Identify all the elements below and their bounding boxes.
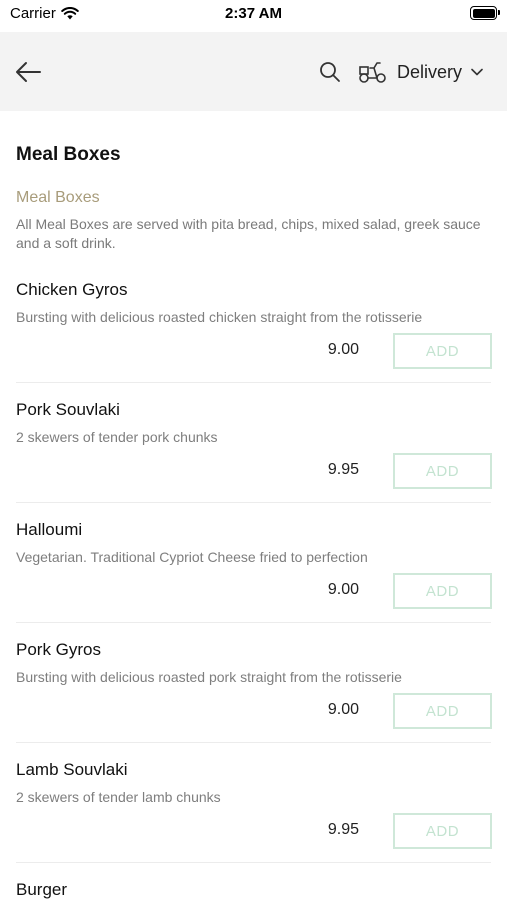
item-name: Halloumi — [16, 520, 83, 539]
item-price: 9.95 — [327, 821, 359, 838]
item-description: 2 skewers of tender pork chunks — [16, 429, 218, 445]
item-description: Bursting with delicious roasted chicken … — [16, 309, 423, 325]
item-name: Pork Gyros — [16, 640, 102, 659]
search-icon — [320, 62, 340, 82]
section-title: Meal Boxes — [16, 144, 121, 165]
item-name: Lamb Souvlaki — [16, 760, 128, 779]
item-price: 9.00 — [327, 581, 359, 598]
menu-item: Lamb Souvlaki 2 skewers of tender lamb c… — [0, 760, 507, 880]
add-button[interactable]: ADD — [393, 453, 492, 489]
chevron-down-icon — [471, 68, 483, 76]
delivery-mode-label: Delivery — [397, 61, 463, 82]
divider — [16, 382, 491, 383]
arrow-left-icon — [16, 62, 41, 82]
item-description: 2 skewers of tender lamb chunks — [16, 789, 221, 805]
status-bar: Carrier 2:37 AM — [0, 0, 507, 30]
item-name: Pork Souvlaki — [16, 400, 120, 419]
menu-item: Pork Gyros Bursting with delicious roast… — [0, 640, 507, 760]
item-description: Bursting with delicious roasted pork str… — [16, 669, 402, 685]
item-name: Burger — [16, 880, 68, 899]
navigation-bar: Delivery — [0, 32, 507, 111]
menu-item: Halloumi Vegetarian. Traditional Cypriot… — [0, 520, 507, 640]
add-button[interactable]: ADD — [393, 813, 492, 849]
item-name: Chicken Gyros — [16, 280, 128, 299]
menu-item: Burger — [0, 880, 507, 900]
add-button[interactable]: ADD — [393, 693, 492, 729]
search-button[interactable] — [318, 60, 342, 84]
status-time: 2:37 AM — [225, 5, 282, 22]
divider — [16, 622, 491, 623]
category-title: Meal Boxes — [16, 189, 100, 206]
add-button[interactable]: ADD — [393, 333, 492, 369]
battery-level — [472, 8, 495, 18]
add-button[interactable]: ADD — [393, 573, 492, 609]
category-description: All Meal Boxes are served with pita brea… — [16, 216, 481, 251]
divider — [16, 862, 491, 863]
divider — [16, 742, 491, 743]
delivery-mode-selector[interactable]: Delivery — [358, 58, 483, 86]
menu-item: Chicken Gyros Bursting with delicious ro… — [0, 280, 507, 400]
delivery-scooter-icon — [359, 62, 386, 83]
item-price: 9.00 — [327, 701, 359, 718]
back-button[interactable] — [12, 56, 44, 88]
item-description: Vegetarian. Traditional Cypriot Cheese f… — [16, 549, 368, 565]
menu-item: Pork Souvlaki 2 skewers of tender pork c… — [0, 400, 507, 520]
item-price: 9.95 — [327, 461, 359, 478]
battery-icon — [470, 6, 500, 20]
divider — [16, 502, 491, 503]
item-price: 9.00 — [327, 341, 359, 358]
